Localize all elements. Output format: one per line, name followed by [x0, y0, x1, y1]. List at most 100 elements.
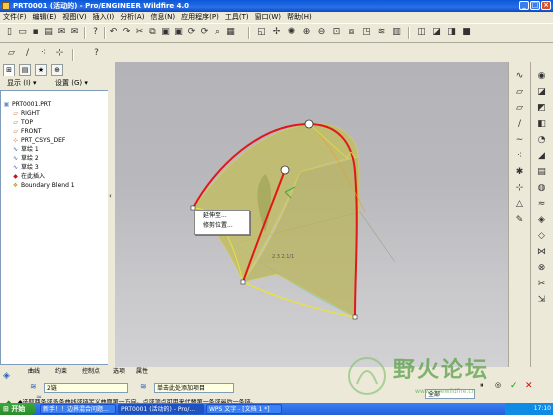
cancel-icon[interactable]: ✕: [525, 381, 535, 391]
close-button[interactable]: ×: [541, 1, 551, 10]
tree-node[interactable]: ▱ FRONT: [12, 127, 41, 136]
tree-node[interactable]: ▱ TOP: [12, 118, 33, 127]
maximize-button[interactable]: □: [530, 1, 540, 10]
taskbar-item-active[interactable]: PRT0001 (活动的) - Pro/...: [118, 404, 204, 414]
shading-icon[interactable]: ■: [461, 27, 472, 38]
menu-analysis[interactable]: 分析(A): [117, 12, 147, 23]
menu-tools[interactable]: 工具(T): [222, 12, 252, 23]
orient-mode-icon[interactable]: ✺: [286, 27, 297, 38]
collapse-arrow-icon[interactable]: ‹: [109, 192, 112, 200]
tree-node[interactable]: ◆ 在此插入: [12, 172, 45, 181]
datum-plane-display-icon[interactable]: ▱: [6, 48, 17, 59]
merge-tool-icon[interactable]: ⊗: [535, 262, 548, 274]
rib-tool-icon[interactable]: ◩: [535, 102, 548, 114]
mirror-tool-icon[interactable]: ⋈: [535, 246, 548, 258]
style-tool-icon[interactable]: ◇: [535, 230, 548, 242]
round-tool-icon[interactable]: ◔: [535, 134, 548, 146]
hidden-line-icon[interactable]: ◪: [431, 27, 442, 38]
favorites-tab[interactable]: ★: [35, 64, 47, 76]
spin-center-icon[interactable]: ✢: [271, 27, 282, 38]
trim-tool-icon[interactable]: ✂: [535, 278, 548, 290]
csys-display-icon[interactable]: ⊹: [54, 48, 65, 59]
print-icon[interactable]: ▤: [43, 27, 54, 38]
datum-axis-display-icon[interactable]: ∕: [22, 48, 33, 59]
vertex-handle[interactable]: [240, 279, 246, 285]
reorient-icon[interactable]: ⧈: [346, 27, 357, 38]
datum-point-tool-icon[interactable]: ⁖: [513, 150, 526, 162]
menu-help[interactable]: 帮助(H): [284, 12, 315, 23]
extrude-tool-icon[interactable]: ▤: [535, 166, 548, 178]
tree-node[interactable]: ∿ 草绘 1: [12, 145, 39, 154]
datum-curve-tool-icon[interactable]: ∼: [513, 134, 526, 146]
folder-browser-tab[interactable]: ▤: [19, 64, 31, 76]
shell-tool-icon[interactable]: ◪: [535, 86, 548, 98]
datum-point-display-icon[interactable]: ⁖: [38, 48, 49, 59]
second-direction-field[interactable]: 单击此处添加项目: [154, 383, 234, 393]
tab-constraints[interactable]: 约束: [55, 367, 67, 376]
tree-node[interactable]: ▣ PRT0001.PRT: [3, 100, 52, 109]
minimize-button[interactable]: _: [519, 1, 529, 10]
warning-tool-icon[interactable]: △: [513, 198, 526, 210]
vertex-handle[interactable]: [352, 314, 358, 320]
menu-view[interactable]: 视图(V): [59, 12, 89, 23]
datum-plane-tool-icon[interactable]: ▱: [513, 102, 526, 114]
menu-window[interactable]: 窗口(W): [252, 12, 284, 23]
saved-views-icon[interactable]: ◳: [361, 27, 372, 38]
accept-icon[interactable]: ✓: [510, 381, 520, 391]
menu-insert[interactable]: 插入(I): [90, 12, 118, 23]
regenerate-icon[interactable]: ⟳: [186, 27, 197, 38]
datum-plane-tool-icon[interactable]: ▱: [513, 86, 526, 98]
menu-file[interactable]: 文件(F): [0, 12, 30, 23]
email-link-icon[interactable]: ✉: [69, 27, 80, 38]
draft-tool-icon[interactable]: ◧: [535, 118, 548, 130]
zoom-out-icon[interactable]: ⊖: [316, 27, 327, 38]
trim-position-menu-item[interactable]: 修剪位置...: [195, 221, 249, 231]
taskbar-item[interactable]: 新手！！边界混合问题...: [40, 404, 116, 414]
csys-tool-icon[interactable]: ✱: [513, 166, 526, 178]
graphics-window[interactable]: 2.3 2.1/1: [115, 62, 508, 367]
tree-node[interactable]: ∿ 草绘 2: [12, 154, 39, 163]
tab-curves[interactable]: 曲线: [28, 367, 40, 376]
undo-icon[interactable]: ↶: [108, 27, 119, 38]
context-help-icon[interactable]: ?: [90, 27, 101, 38]
layers-icon[interactable]: ≋: [376, 27, 387, 38]
chamfer-tool-icon[interactable]: ◢: [535, 150, 548, 162]
menu-info[interactable]: 信息(N): [147, 12, 178, 23]
tree-node[interactable]: ▱ RIGHT: [12, 109, 40, 118]
extend-to-menu-item[interactable]: 延伸至...: [195, 211, 249, 221]
repaint-icon[interactable]: ◱: [256, 27, 267, 38]
first-direction-field[interactable]: 2链: [44, 383, 128, 393]
tab-control-points[interactable]: 控制点: [82, 367, 100, 376]
tree-node[interactable]: ∿ 草绘 3: [12, 163, 39, 172]
settings-dropdown[interactable]: 设置 (G) ▾: [52, 78, 91, 88]
tab-options[interactable]: 选项: [113, 367, 125, 376]
menu-edit[interactable]: 编辑(E): [30, 12, 60, 23]
paste-icon[interactable]: ▣: [160, 27, 171, 38]
redo-icon[interactable]: ↷: [121, 27, 132, 38]
whats-this-icon[interactable]: ?: [91, 48, 102, 59]
new-icon[interactable]: ▯: [4, 27, 15, 38]
revolve-tool-icon[interactable]: ◍: [535, 182, 548, 194]
save-icon[interactable]: ▪: [30, 27, 41, 38]
control-handle[interactable]: [304, 119, 314, 129]
navigator-splitter[interactable]: ‹: [108, 62, 115, 367]
email-icon[interactable]: ✉: [56, 27, 67, 38]
sketch-tool-icon[interactable]: ∿: [513, 70, 526, 82]
sweep-tool-icon[interactable]: ≈: [535, 198, 548, 210]
extend-tool-icon[interactable]: ⇲: [535, 294, 548, 306]
find-icon[interactable]: ⌕: [212, 27, 223, 38]
start-button[interactable]: ⊞ 开始: [0, 403, 36, 415]
boundary-blend-tool-icon[interactable]: ◈: [535, 214, 548, 226]
menu-applications[interactable]: 应用程序(P): [178, 12, 222, 23]
cut-icon[interactable]: ✂: [134, 27, 145, 38]
control-handle[interactable]: [280, 165, 290, 175]
datum-axis-tool-icon[interactable]: ∕: [513, 118, 526, 130]
connections-tab[interactable]: ⊕: [51, 64, 63, 76]
wireframe-icon[interactable]: ◫: [416, 27, 427, 38]
tree-node[interactable]: ❖ Boundary Blend 1: [12, 181, 75, 190]
annotation-tool-icon[interactable]: ✎: [513, 214, 526, 226]
hole-tool-icon[interactable]: ◉: [535, 70, 548, 82]
copy-icon[interactable]: ⧉: [147, 27, 158, 38]
open-icon[interactable]: ▭: [17, 27, 28, 38]
regenerate-manager-icon[interactable]: ⟳: [199, 27, 210, 38]
